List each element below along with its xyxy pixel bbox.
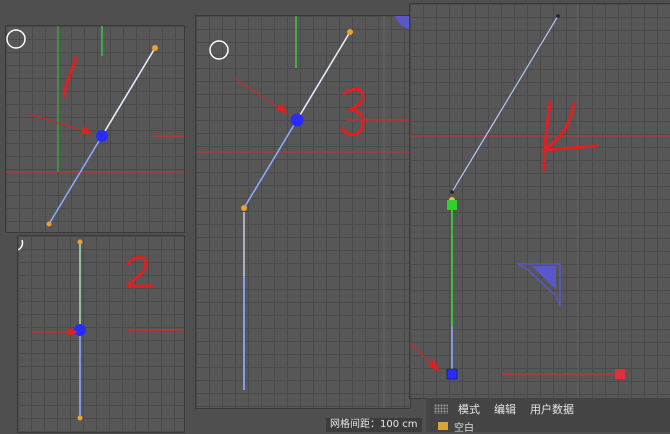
camera-icon[interactable] [18, 239, 24, 251]
axis-corner-marker [394, 16, 410, 30]
list-item-label: 空白 [454, 422, 474, 434]
blue-control-square[interactable] [446, 368, 458, 380]
spline-handle-point[interactable] [241, 205, 247, 211]
green-handle-square[interactable] [447, 200, 457, 210]
spline-segment [101, 47, 156, 137]
red-handle-square[interactable] [615, 369, 625, 379]
annotation-number-4 [538, 102, 598, 152]
spline-segment [243, 119, 298, 209]
menu-user-data[interactable]: 用户数据 [530, 401, 574, 417]
viewport-1[interactable] [6, 26, 184, 232]
drag-grip-icon[interactable] [434, 404, 448, 414]
camera-icon[interactable] [209, 40, 229, 60]
menu-mode[interactable]: 模式 [458, 401, 480, 417]
null-object-icon [438, 422, 448, 430]
spline-control-point[interactable] [290, 113, 304, 127]
panel-menubar: 模式 编辑 用户数据 [426, 398, 670, 420]
list-item[interactable]: 空白 [426, 420, 670, 434]
annotation-number-3 [340, 87, 365, 137]
spline-control-point[interactable] [96, 130, 108, 142]
annotation-arrow-line [410, 343, 435, 367]
viewport-1-canvas[interactable] [6, 26, 184, 232]
annotation-number-1 [62, 56, 78, 98]
menu-edit[interactable]: 编辑 [494, 401, 516, 417]
spline-handle-point[interactable] [347, 29, 353, 35]
camera-icon[interactable] [6, 29, 26, 49]
spline-control-point[interactable] [74, 324, 86, 336]
viewport-4-canvas[interactable] [410, 4, 670, 398]
spline-handle-point[interactable] [77, 239, 83, 245]
spline-segment [48, 135, 103, 225]
viewport-4[interactable] [410, 4, 670, 398]
spline-handle-point[interactable] [46, 221, 52, 227]
spline-handle-point[interactable] [77, 415, 83, 421]
grid-spacing-label: 网格间距：100 cm [326, 418, 422, 432]
spline-end-point[interactable] [450, 190, 454, 194]
annotation-arrow-line [233, 77, 283, 111]
annotation-number-2 [126, 255, 154, 288]
viewport-3[interactable] [196, 16, 410, 408]
spline-segment [296, 31, 351, 121]
spline-segment [451, 15, 559, 193]
spline-handle-point[interactable] [152, 45, 158, 51]
viewport-3-canvas[interactable] [196, 16, 410, 408]
viewport-2[interactable] [18, 236, 184, 432]
spline-end-point[interactable] [556, 14, 560, 18]
annotation-arrow-head [276, 103, 288, 114]
object-manager-panel: 模式 编辑 用户数据 空白 [426, 398, 670, 434]
viewport-2-canvas[interactable] [18, 236, 184, 432]
annotation-arrow-head [428, 359, 440, 372]
